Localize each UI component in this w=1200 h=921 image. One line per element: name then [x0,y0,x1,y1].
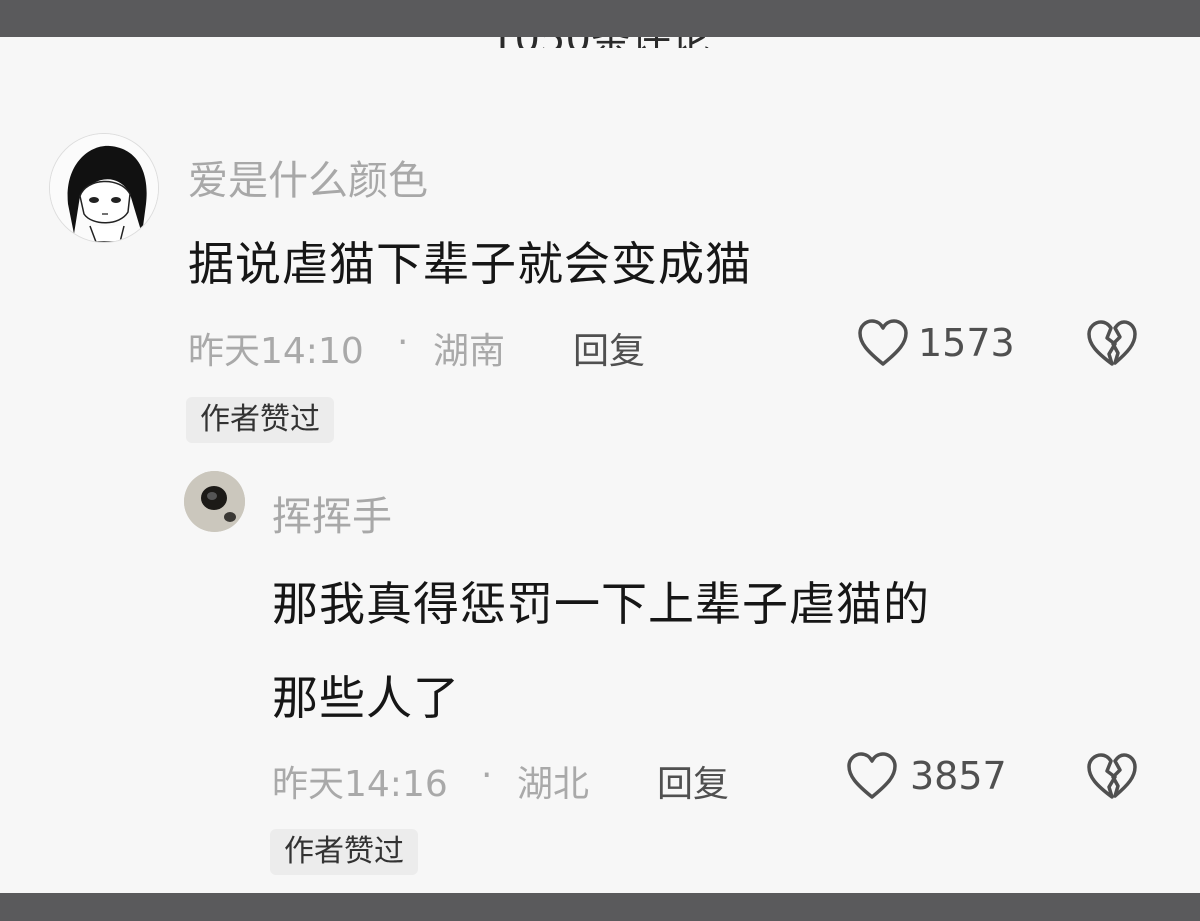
reply-text-line-1: 那我真得惩罚一下上辈子虐猫的 [272,577,930,631]
comment-username[interactable]: 爱是什么颜色 [188,148,428,206]
meta-separator: · [397,322,409,363]
author-liked-badge: 作者赞过 [186,397,334,443]
comment-time: 昨天14:10 [188,331,364,372]
heart-outline-icon [847,752,897,799]
author-liked-badge: 作者赞过 [270,829,418,875]
like-button[interactable] [846,751,898,801]
avatar[interactable] [49,133,159,243]
reply-avatar[interactable] [184,471,245,532]
reply-button[interactable]: 回复 [573,322,645,374]
dislike-button[interactable] [1086,753,1138,801]
bottom-frame-bar [0,893,1200,921]
dislike-button[interactable] [1086,320,1138,368]
manga-girl-avatar-icon [50,134,158,242]
broken-heart-icon [1087,753,1137,799]
top-frame-bar-overlay [0,0,1200,37]
like-count: 1573 [918,321,1015,365]
like-count: 3857 [910,754,1007,798]
meta-separator: · [481,755,493,796]
comment-text: 据说虐猫下辈子就会变成猫 [188,237,752,291]
broken-heart-icon [1087,320,1137,366]
heart-outline-icon [858,319,908,366]
reply-text-line-2: 那些人了 [272,671,460,725]
like-button[interactable] [857,318,909,368]
dark-blob-avatar-icon [184,471,245,532]
reply-time: 昨天14:16 [272,764,448,805]
reply-username[interactable]: 挥挥手 [272,484,392,542]
comment-location: 湖南 [433,331,506,372]
reply-location: 湖北 [517,764,590,805]
reply-button[interactable]: 回复 [657,755,729,807]
